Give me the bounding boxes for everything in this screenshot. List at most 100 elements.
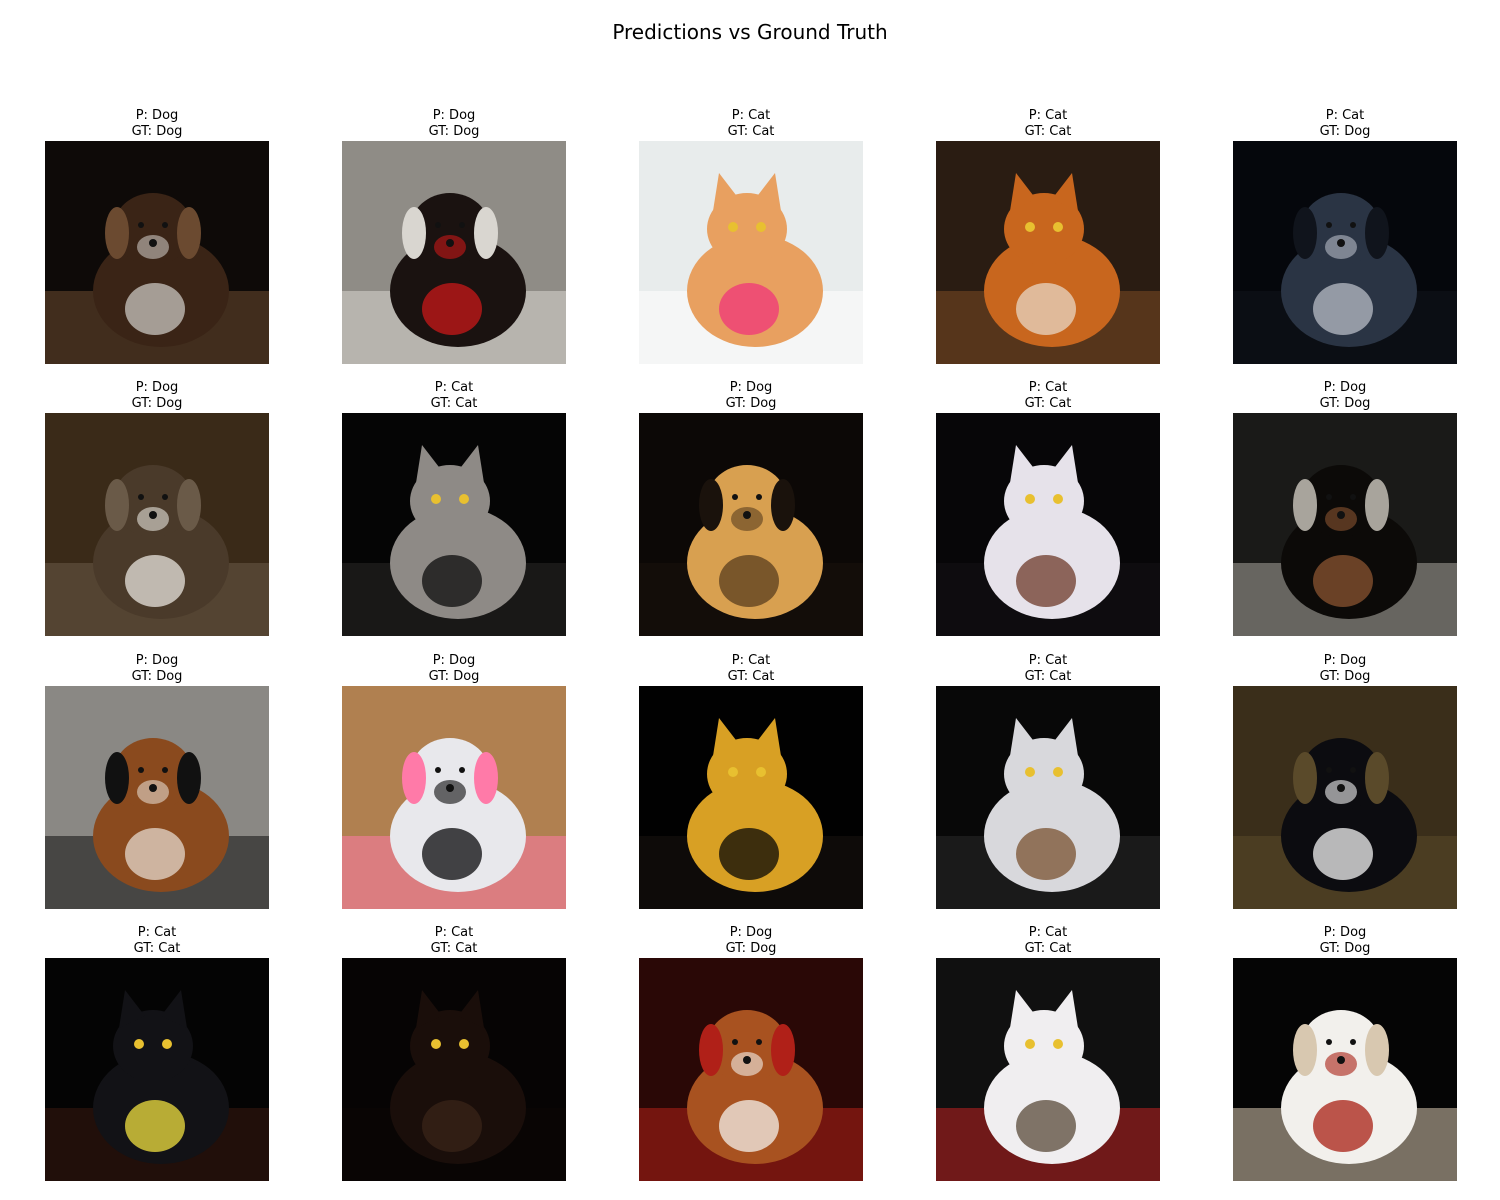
prediction-panel: P: Dog GT: Dog (1233, 380, 1457, 636)
prediction-panel: P: Cat GT: Dog (1233, 108, 1457, 364)
ground-truth-label: GT: Cat (1024, 941, 1072, 956)
ground-truth-label: GT: Dog (725, 396, 777, 411)
prediction-panel: P: Dog GT: Dog (1233, 653, 1457, 909)
ground-truth-label: GT: Dog (1319, 669, 1371, 684)
prediction-label: P: Dog (1323, 380, 1367, 395)
panel-caption: P: Cat GT: Cat (639, 653, 863, 685)
prediction-panel: P: Cat GT: Cat (639, 653, 863, 909)
prediction-label: P: Dog (432, 653, 476, 668)
panel-caption: P: Cat GT: Cat (936, 380, 1160, 412)
ground-truth-label: GT: Cat (727, 124, 775, 139)
prediction-panel: P: Cat GT: Cat (936, 925, 1160, 1181)
prediction-panel: P: Dog GT: Dog (1233, 925, 1457, 1181)
prediction-panel: P: Dog GT: Dog (639, 925, 863, 1181)
dog-photo (1233, 958, 1457, 1181)
prediction-panel: P: Cat GT: Cat (45, 925, 269, 1181)
ground-truth-label: GT: Dog (428, 669, 480, 684)
ground-truth-label: GT: Cat (430, 396, 478, 411)
ground-truth-label: GT: Dog (131, 124, 183, 139)
prediction-label: P: Cat (1028, 925, 1068, 940)
prediction-label: P: Dog (1323, 653, 1367, 668)
panel-caption: P: Dog GT: Dog (1233, 653, 1457, 685)
prediction-label: P: Cat (434, 380, 474, 395)
prediction-label: P: Dog (729, 380, 773, 395)
panel-caption: P: Dog GT: Dog (1233, 380, 1457, 412)
prediction-label: P: Cat (137, 925, 177, 940)
panel-caption: P: Cat GT: Cat (45, 925, 269, 957)
ground-truth-label: GT: Cat (1024, 669, 1072, 684)
prediction-panel: P: Dog GT: Dog (639, 380, 863, 636)
dog-photo (1233, 141, 1457, 364)
dog-photo (342, 141, 566, 364)
panel-caption: P: Cat GT: Cat (342, 380, 566, 412)
panel-caption: P: Dog GT: Dog (45, 380, 269, 412)
panel-caption: P: Cat GT: Cat (936, 653, 1160, 685)
panel-caption: P: Cat GT: Dog (1233, 108, 1457, 140)
prediction-label: P: Cat (731, 108, 771, 123)
prediction-label: P: Cat (1028, 380, 1068, 395)
prediction-panel: P: Dog GT: Dog (45, 108, 269, 364)
prediction-label: P: Dog (135, 653, 179, 668)
cat-photo (639, 686, 863, 909)
panel-caption: P: Cat GT: Cat (936, 925, 1160, 957)
ground-truth-label: GT: Cat (727, 669, 775, 684)
prediction-panel: P: Cat GT: Cat (936, 653, 1160, 909)
prediction-panel: P: Dog GT: Dog (45, 653, 269, 909)
prediction-label: P: Dog (135, 380, 179, 395)
ground-truth-label: GT: Cat (1024, 124, 1072, 139)
panel-caption: P: Dog GT: Dog (1233, 925, 1457, 957)
cat-photo (936, 141, 1160, 364)
ground-truth-label: GT: Cat (1024, 396, 1072, 411)
ground-truth-label: GT: Dog (428, 124, 480, 139)
ground-truth-label: GT: Dog (725, 941, 777, 956)
figure-title: Predictions vs Ground Truth (612, 20, 888, 44)
prediction-label: P: Cat (1325, 108, 1365, 123)
cat-photo (342, 958, 566, 1181)
panel-caption: P: Dog GT: Dog (342, 653, 566, 685)
cat-photo (45, 958, 269, 1181)
cat-photo (936, 413, 1160, 636)
panel-caption: P: Cat GT: Cat (639, 108, 863, 140)
prediction-label: P: Cat (1028, 108, 1068, 123)
prediction-label: P: Cat (731, 653, 771, 668)
prediction-panel: P: Cat GT: Cat (342, 380, 566, 636)
cat-photo (639, 141, 863, 364)
dog-photo (639, 958, 863, 1181)
cat-photo (936, 958, 1160, 1181)
dog-photo (639, 413, 863, 636)
panel-caption: P: Cat GT: Cat (342, 925, 566, 957)
ground-truth-label: GT: Cat (430, 941, 478, 956)
prediction-panel: P: Cat GT: Cat (342, 925, 566, 1181)
prediction-label: P: Dog (432, 108, 476, 123)
ground-truth-label: GT: Dog (131, 396, 183, 411)
ground-truth-label: GT: Dog (1319, 396, 1371, 411)
prediction-panel: P: Dog GT: Dog (342, 108, 566, 364)
prediction-label: P: Dog (1323, 925, 1367, 940)
panel-caption: P: Dog GT: Dog (639, 925, 863, 957)
dog-photo (45, 413, 269, 636)
prediction-label: P: Dog (729, 925, 773, 940)
dog-photo (45, 141, 269, 364)
panel-caption: P: Dog GT: Dog (342, 108, 566, 140)
panel-caption: P: Cat GT: Cat (936, 108, 1160, 140)
prediction-panel: P: Dog GT: Dog (45, 380, 269, 636)
panel-caption: P: Dog GT: Dog (45, 653, 269, 685)
prediction-label: P: Cat (434, 925, 474, 940)
ground-truth-label: GT: Dog (1319, 124, 1371, 139)
prediction-label: P: Cat (1028, 653, 1068, 668)
prediction-panel: P: Dog GT: Dog (342, 653, 566, 909)
cat-photo (936, 686, 1160, 909)
dog-photo (342, 686, 566, 909)
prediction-panel: P: Cat GT: Cat (639, 108, 863, 364)
dog-photo (45, 686, 269, 909)
ground-truth-label: GT: Dog (1319, 941, 1371, 956)
panel-caption: P: Dog GT: Dog (639, 380, 863, 412)
ground-truth-label: GT: Dog (131, 669, 183, 684)
prediction-panel: P: Cat GT: Cat (936, 380, 1160, 636)
panel-caption: P: Dog GT: Dog (45, 108, 269, 140)
cat-photo (342, 413, 566, 636)
dog-photo (1233, 413, 1457, 636)
prediction-panel: P: Cat GT: Cat (936, 108, 1160, 364)
ground-truth-label: GT: Cat (133, 941, 181, 956)
dog-photo (1233, 686, 1457, 909)
